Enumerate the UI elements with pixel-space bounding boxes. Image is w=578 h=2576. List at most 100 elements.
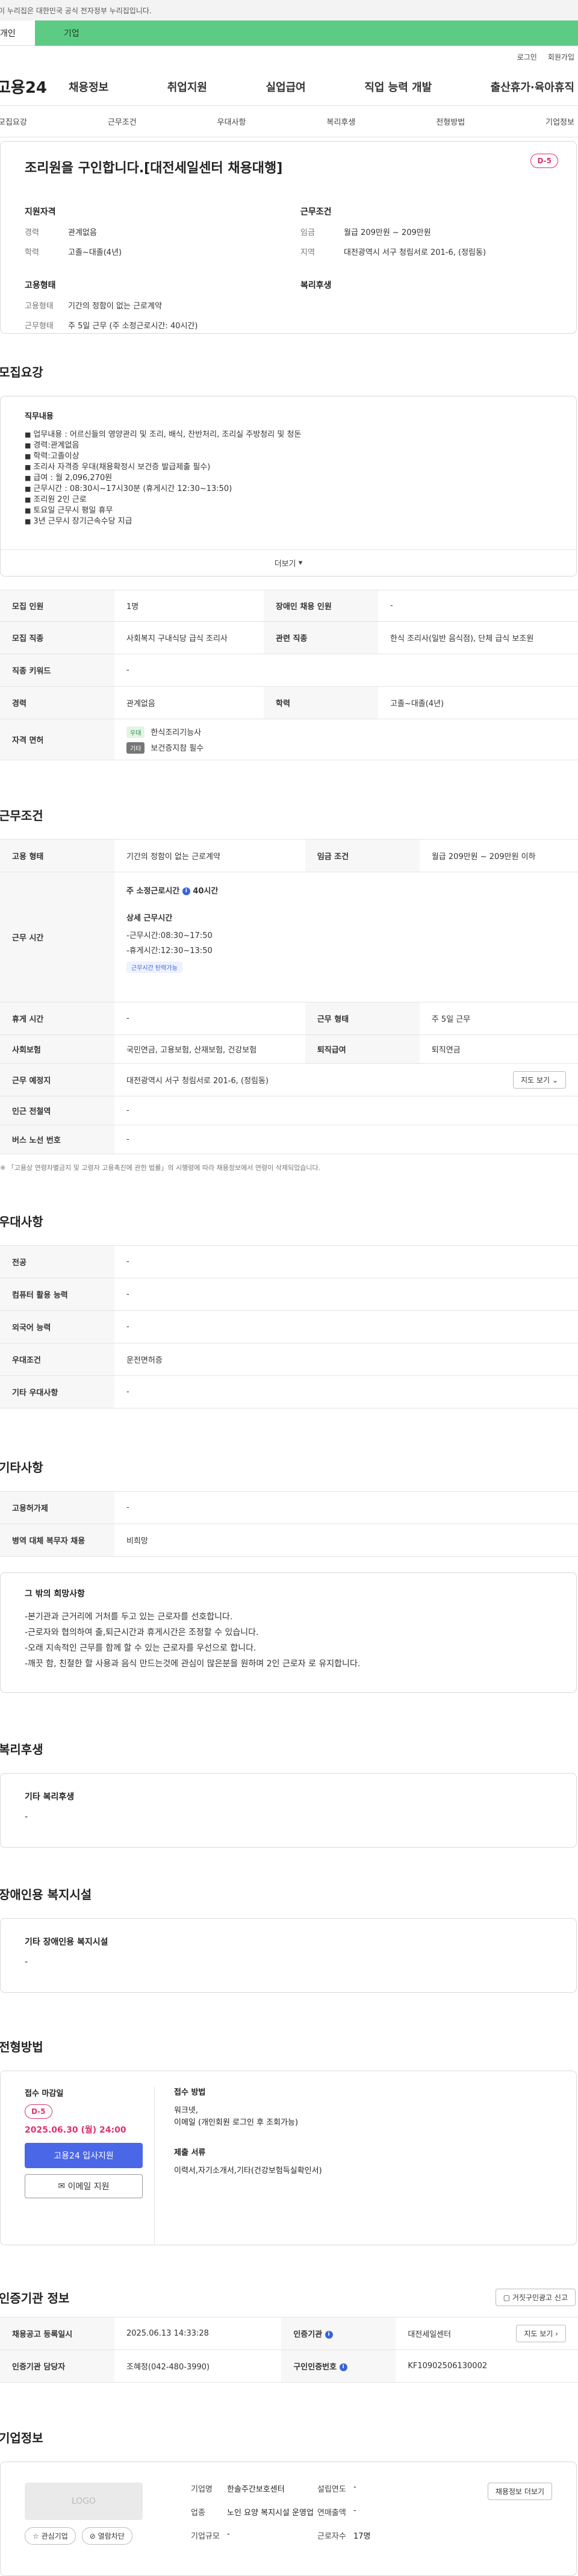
email-apply-label: 이메일 지원	[67, 2182, 110, 2192]
row-key: 근무 예정지	[0, 1063, 114, 1096]
duty-item: 조리원 2인 근로	[25, 495, 552, 505]
row-value: 사회복지 구내식당 급식 조리사	[126, 634, 228, 643]
anchor-welfare[interactable]: 복리후생	[326, 116, 355, 127]
map-button[interactable]: 지도 보기 ⌄	[513, 1071, 566, 1089]
row-value: 퇴직연금	[431, 1046, 461, 1055]
utility-bar: 로그인 회원가입	[0, 46, 578, 67]
gnb-item-employment-support[interactable]: 취업지원	[167, 79, 207, 95]
login-link[interactable]: 로그인	[517, 52, 537, 62]
row-value: -	[126, 1503, 129, 1512]
license-chip: 우대	[126, 726, 145, 738]
company-field-key: 기업명	[191, 2485, 213, 2494]
apply-right: 접수 방법 워크넷, 이메일 (개인회원 로그인 후 조회가능) 제출 서류 이…	[155, 2087, 322, 2245]
method-title: 접수 방법	[174, 2088, 206, 2097]
license-chip: 기타	[126, 742, 145, 754]
other-note: -깨끗 함, 친절한 할 사용과 음식 만드는것에 관심이 많은분을 원하며 2…	[25, 1659, 361, 1669]
section-title-preference: 우대사항	[0, 1215, 43, 1229]
site-logo[interactable]: 고용24	[0, 75, 69, 98]
gnb-item-jobs[interactable]: 채용정보	[69, 79, 108, 95]
row-key-text: 인증기관	[293, 2330, 323, 2339]
row-value: 기간의 정함이 없는 근로계약	[126, 852, 220, 861]
flexible-hours-badge: 근무시간 탄력가능	[126, 961, 182, 973]
table-row: 고용허가제 -	[0, 1491, 578, 1524]
map-button-label: 지도 보기	[521, 1076, 550, 1084]
section-title-other: 기타사항	[0, 1460, 43, 1475]
section-title-agency: 인증기관 정보	[0, 2291, 70, 2306]
report-fake-ad-button[interactable]: ▢ 거짓구인광고 신고	[495, 2289, 576, 2306]
company-field-value: 한솔주간보호센터	[227, 2485, 285, 2494]
gnb-item-parental-leave[interactable]: 출산휴가·육아휴직	[491, 79, 574, 95]
row-key-text: 구인인증번호	[293, 2363, 337, 2372]
report-label: 거짓구인광고 신고	[512, 2293, 568, 2302]
table-row: 고용 형태 기간의 정함이 없는 근로계약 임금 조건 월급 209만원 ~ 209…	[0, 839, 578, 872]
anchor-recruit[interactable]: 모집요강	[0, 116, 27, 127]
gnb-item-training[interactable]: 직업 능력 개발	[364, 79, 432, 95]
row-key: 컴퓨터 활용 능력	[0, 1278, 114, 1311]
tab-personal[interactable]: 개인	[0, 20, 35, 46]
hours-detail-title: 상세 근무시간	[126, 914, 173, 923]
row-key: 경력	[0, 686, 114, 719]
row-key: 장애인 채용 인원	[264, 590, 379, 622]
duty-item: 급여 : 월 2,096,270원	[25, 473, 552, 484]
more-button[interactable]: 더보기 ▾	[1, 549, 576, 576]
emp-key: 고용형태	[25, 302, 54, 311]
info-icon[interactable]: i	[325, 2331, 333, 2339]
row-key: 모집 직종	[0, 621, 114, 654]
preference-table: 전공 - 컴퓨터 활용 능력 - 외국어 능력 - 우대조건 운전면허증 기타 우대사항…	[0, 1245, 578, 1408]
company-logo-placeholder: LOGO	[25, 2483, 143, 2520]
row-key: 인증기관 i	[281, 2317, 396, 2350]
row-key: 고용허가제	[0, 1491, 114, 1524]
apply-button[interactable]: 고용24 입사지원	[25, 2143, 143, 2168]
hours-line: -근무시간:08:30~17:50	[126, 931, 213, 940]
chevron-down-icon: ▾	[298, 558, 303, 567]
cond-value: 월급 209만원 ~ 209만원	[344, 228, 431, 237]
gnb-item-unemployment-benefit[interactable]: 실업급여	[266, 79, 306, 95]
block-company-button[interactable]: ⊘ 열람차단	[81, 2527, 132, 2545]
tab-personal-label: 개인	[0, 28, 16, 39]
row-key: 외국어 능력	[0, 1310, 114, 1343]
section-title-process: 전형방법	[0, 2040, 43, 2054]
document-icon: ▢	[503, 2293, 511, 2302]
section-title-company: 기업정보	[0, 2431, 43, 2445]
email-apply-button[interactable]: ✉ 이메일 지원	[25, 2174, 143, 2198]
row-key: 휴게 시간	[0, 1002, 114, 1035]
info-icon[interactable]: i	[339, 2363, 347, 2371]
section-title-disabled-facility: 장애인용 복지시설	[0, 1887, 92, 1902]
docs-value: 이력서,자기소개서,기타(건강보험득실확인서)	[174, 2166, 322, 2175]
table-row: 우대조건 운전면허증	[0, 1343, 578, 1376]
section-title-work: 근무조건	[0, 808, 43, 823]
chevron-down-icon: ⌄	[552, 1076, 558, 1084]
apply-left: 접수 마감일 D-5 2025.06.30 (월) 24:00 고용24 입사지…	[25, 2087, 155, 2245]
star-icon: ☆	[33, 2532, 39, 2540]
section-title-welfare: 복리후생	[0, 1742, 43, 1757]
emp-value: 기간의 정함이 없는 근로계약	[68, 302, 162, 311]
favorite-company-button[interactable]: ☆ 관심기업	[25, 2527, 76, 2545]
other-note: -근로자와 협의하여 출,퇴근시간과 휴게시간은 조정할 수 있습니다.	[25, 1628, 259, 1637]
site-type-tabs: 개인 기업	[0, 20, 578, 46]
qual-heading: 지원자격	[25, 207, 56, 217]
favorite-label: 관심기업	[41, 2532, 68, 2540]
gov-banner: 이 누리집은 대한민국 공식 전자정부 누리집입니다.	[0, 0, 578, 20]
anchor-process[interactable]: 전형방법	[436, 116, 465, 127]
tab-enterprise[interactable]: 기업	[35, 20, 578, 46]
table-row: 컴퓨터 활용 능력 -	[0, 1278, 578, 1311]
info-icon[interactable]: i	[182, 887, 190, 895]
place-cell: 대전광역시 서구 청림서로 201-6, (정림동) 지도 보기 ⌄	[114, 1064, 578, 1096]
table-row: 채용공고 등록일시 2025.06.13 14:33:28 인증기관 i 대전세일…	[0, 2317, 578, 2350]
agency-map-button[interactable]: 지도 보기 ›	[516, 2325, 566, 2342]
signup-link[interactable]: 회원가입	[548, 52, 574, 62]
row-value: 국민연금, 고용보험, 산재보험, 건강보험	[126, 1046, 257, 1055]
row-key: 근무 형태	[305, 1002, 420, 1035]
company-jobs-more-button[interactable]: 채용정보 더보기	[487, 2483, 552, 2500]
anchor-company[interactable]: 기업정보	[545, 116, 574, 127]
anchor-preference[interactable]: 우대사항	[217, 116, 246, 127]
row-value: 조혜정(042-480-3990)	[126, 2363, 210, 2372]
row-key: 전공	[0, 1245, 114, 1278]
docs-title: 제출 서류	[174, 2148, 206, 2157]
row-key: 직종 키워드	[0, 654, 114, 687]
mail-icon: ✉	[58, 2181, 66, 2191]
row-value: -	[126, 1106, 129, 1115]
row-key: 인근 전철역	[0, 1096, 114, 1125]
anchor-work[interactable]: 근무조건	[108, 116, 137, 127]
weekly-hours-value: 40시간	[193, 887, 219, 896]
